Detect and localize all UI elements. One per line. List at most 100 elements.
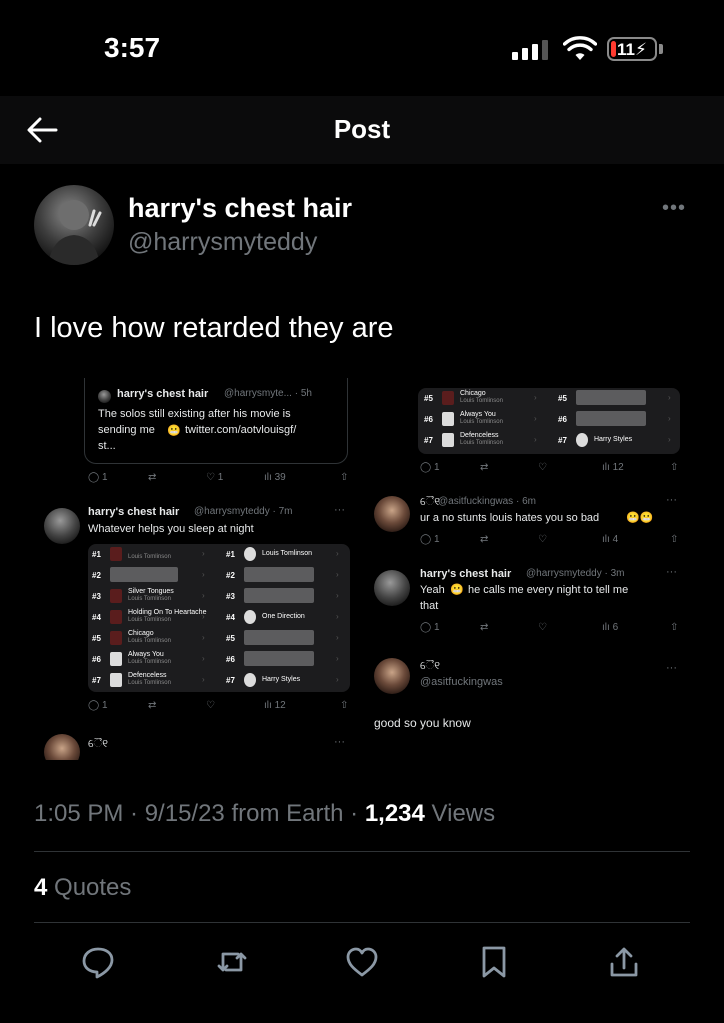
rank-number: #6 — [92, 655, 101, 664]
quoted-text-line2a: sending me — [98, 424, 155, 436]
reply-name: harry's chest hair — [88, 506, 180, 518]
hidden-entry — [576, 411, 646, 426]
reply3-name: ୈ୧ — [420, 660, 440, 672]
reply-mini-icon: ◯ 1 — [420, 534, 440, 545]
author-display-name[interactable]: harry's chest hair — [128, 193, 352, 224]
views-mini-icon: ılı 12 — [264, 700, 286, 711]
rank-number: #5 — [226, 634, 235, 643]
status-bar: 3:57 11⚡︎ — [0, 0, 724, 96]
retweet-icon[interactable] — [214, 944, 250, 980]
reply3-avatar — [374, 658, 410, 694]
share-mini-icon: ⇧ — [340, 472, 349, 483]
share-mini-icon: ⇧ — [340, 700, 349, 711]
reply1-more-icon: ··· — [666, 494, 677, 506]
chevron-right-icon: › — [668, 414, 671, 423]
quoted-avatar — [98, 390, 111, 403]
rank-number: #5 — [92, 634, 101, 643]
reply2-text-b: he calls me every night to tell me — [468, 584, 629, 596]
divider — [34, 922, 690, 923]
rank-number: #6 — [226, 655, 235, 664]
next-reply-name: ୈ୧ — [88, 738, 108, 750]
action-bar — [0, 938, 724, 988]
like-mini-icon: ♡ — [206, 700, 215, 711]
quotes-link[interactable]: 4 Quotes — [34, 874, 131, 902]
cellular-signal-icon — [512, 38, 548, 60]
album-thumb — [110, 610, 122, 624]
battery-percent: 11⚡︎ — [617, 40, 647, 59]
reply1-avatar — [374, 496, 410, 532]
reply3-more-icon: ··· — [666, 662, 677, 674]
battery-icon: 11⚡︎ — [607, 37, 657, 61]
rank-number: #7 — [424, 436, 433, 445]
reply1-handle-time: @asitfuckingwas · 6m — [438, 496, 536, 507]
reply3-handle: @asitfuckingwas — [420, 676, 503, 688]
reply-text: Whatever helps you sleep at night — [88, 523, 254, 535]
grimace-emoji-icon: 😬 — [167, 425, 181, 437]
song-artist: Louis Tomlinson — [128, 617, 171, 623]
album-thumb — [442, 391, 454, 405]
song-title: Chicago — [460, 390, 486, 397]
chevron-right-icon: › — [336, 549, 339, 558]
quoted-handle-time: @harrysmyte... · 5h — [224, 388, 312, 399]
album-thumb — [442, 433, 454, 447]
song-title: Defenceless — [128, 672, 167, 679]
quoted-text-line3: st... — [98, 440, 116, 452]
hidden-entry — [576, 390, 646, 405]
rank-number: #6 — [558, 415, 567, 424]
like-mini-icon: ♡ — [538, 534, 547, 545]
reply-icon[interactable] — [80, 944, 116, 980]
song-artist: Louis Tomlinson — [128, 596, 171, 602]
rank-number: #2 — [226, 571, 235, 580]
retweet-mini-icon: ⇄ — [148, 700, 157, 711]
quotes-label: Quotes — [47, 874, 132, 901]
views-mini-icon: ılı 4 — [602, 534, 619, 545]
next-reply-avatar — [44, 734, 80, 760]
chevron-right-icon: › — [336, 675, 339, 684]
like-icon[interactable] — [344, 944, 380, 980]
rank-number: #5 — [558, 394, 567, 403]
reply1-name: ୈ୧ — [420, 496, 440, 508]
hidden-entry — [244, 630, 314, 645]
album-thumb — [244, 547, 256, 561]
album-thumb — [110, 547, 122, 561]
hidden-entry — [244, 567, 314, 582]
reply-more-icon: ··· — [334, 504, 345, 516]
artist-name: One Direction — [262, 613, 305, 620]
views-mini-icon: ılı 39 — [264, 472, 286, 483]
album-thumb — [244, 610, 256, 624]
share-mini-icon: ⇧ — [670, 622, 679, 633]
reply-mini-icon: ◯ 1 — [88, 700, 108, 711]
chevron-right-icon: › — [668, 393, 671, 402]
author-handle[interactable]: @harrysmyteddy — [128, 228, 317, 257]
bookmark-icon[interactable] — [476, 944, 512, 980]
quoted-link: twitter.com/aotvlouisgf/ — [185, 424, 297, 436]
song-artist: Louis Tomlinson — [460, 440, 503, 446]
song-title: Holding On To Heartache — [128, 609, 207, 616]
chevron-right-icon: › — [336, 570, 339, 579]
chevron-right-icon: › — [202, 675, 205, 684]
chevron-right-icon: › — [534, 435, 537, 444]
more-options-icon[interactable]: ••• — [662, 197, 686, 220]
song-artist: Louis Tomlinson — [460, 398, 503, 404]
chevron-right-icon: › — [202, 633, 205, 642]
chevron-right-icon: › — [336, 591, 339, 600]
rank-number: #5 — [424, 394, 433, 403]
chevron-right-icon: › — [668, 435, 671, 444]
quotes-count: 4 — [34, 874, 48, 901]
reply-mini-icon: ◯ 1 — [88, 472, 108, 483]
post-image[interactable]: harry's chest hair @harrysmyte... · 5h T… — [34, 378, 690, 760]
like-mini-icon: ♡ 1 — [206, 472, 224, 483]
post-timestamp: 1:05 PM · 9/15/23 from Earth · 1,234 Vie… — [34, 800, 495, 828]
rank-number: #4 — [92, 613, 101, 622]
chevron-right-icon: › — [202, 654, 205, 663]
rank-number: #3 — [92, 592, 101, 601]
share-icon[interactable] — [606, 944, 642, 980]
song-artist: Louis Tomlinson — [128, 554, 171, 560]
avatar[interactable] — [34, 185, 114, 265]
chevron-right-icon: › — [202, 591, 205, 600]
reply2-more-icon: ··· — [666, 566, 677, 578]
status-time: 3:57 — [104, 32, 161, 63]
song-title: Silver Tongues — [128, 588, 174, 595]
chevron-right-icon: › — [202, 549, 205, 558]
next-reply-more-icon: ··· — [334, 736, 345, 748]
